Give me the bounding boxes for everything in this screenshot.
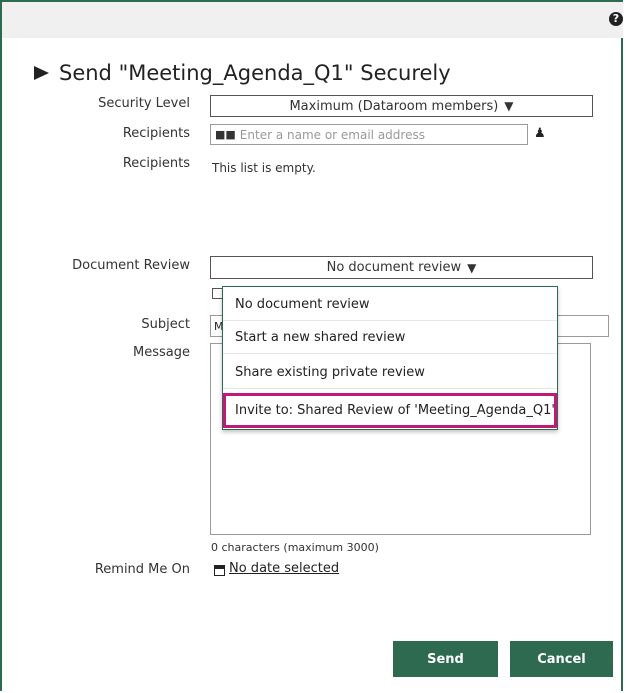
top-bar: ? <box>2 2 623 38</box>
dropdown-item-share-private-review[interactable]: Share existing private review <box>223 357 557 389</box>
dropdown-item-no-review[interactable]: No document review <box>223 289 557 321</box>
security-level-select[interactable]: Maximum (Dataroom members) ▼ <box>210 95 593 117</box>
message-label: Message <box>133 345 190 360</box>
remind-date-link[interactable]: No date selected <box>229 561 339 576</box>
subject-label: Subject <box>141 317 190 332</box>
message-character-count: 0 characters (maximum 3000) <box>211 541 379 554</box>
page-title: Send "Meeting_Agenda_Q1" Securely <box>34 58 451 88</box>
page-title-text: Send "Meeting_Agenda_Q1" Securely <box>59 61 451 85</box>
people-icon: ■■ <box>215 128 236 141</box>
dropdown-item-start-shared-review[interactable]: Start a new shared review <box>223 322 557 354</box>
recipients-label: Recipients <box>122 126 190 141</box>
document-review-dropdown: No document review Start a new shared re… <box>222 286 558 430</box>
recipients-empty-text: This list is empty. <box>212 161 316 175</box>
dropdown-arrow-icon: ▼ <box>504 99 514 113</box>
security-level-label: Security Level <box>98 96 190 111</box>
document-review-label: Document Review <box>72 258 190 273</box>
add-user-icon[interactable]: ♟ <box>534 126 546 141</box>
send-arrow-icon <box>34 66 49 80</box>
send-button[interactable]: Send <box>393 641 498 677</box>
document-review-value: No document review <box>326 260 462 275</box>
cancel-button[interactable]: Cancel <box>510 641 613 677</box>
security-level-value: Maximum (Dataroom members) <box>289 98 499 114</box>
calendar-icon <box>214 565 225 576</box>
dropdown-arrow-icon: ▼ <box>467 260 477 275</box>
document-review-select[interactable]: No document review ▼ <box>210 256 593 279</box>
dropdown-item-invite-shared-review[interactable]: Invite to: Shared Review of 'Meeting_Age… <box>223 393 557 428</box>
recipients-input[interactable]: ■■ Enter a name or email address <box>210 124 528 145</box>
remind-me-on-label: Remind Me On <box>94 562 190 577</box>
recipients-list-label: Recipients <box>122 156 190 171</box>
help-icon[interactable]: ? <box>609 12 623 26</box>
recipients-placeholder: Enter a name or email address <box>239 127 425 142</box>
